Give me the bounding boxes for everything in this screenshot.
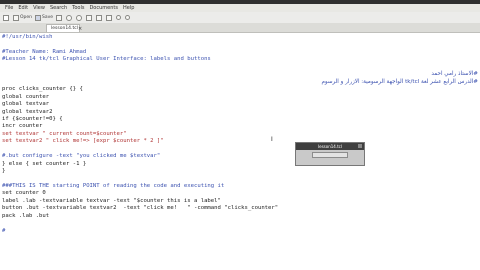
tk-window-title-bar: lesson14.tcl — [296, 143, 364, 150]
code-line: global textvar — [2, 101, 50, 108]
paste-button[interactable] — [106, 13, 113, 22]
tk-click-button[interactable] — [312, 152, 348, 158]
open-button[interactable]: Open — [13, 13, 32, 22]
tk-window-title: lesson14.tcl — [318, 144, 342, 149]
tk-app-window: lesson14.tcl — [295, 142, 365, 166]
code-line: ###THIS IS THE starting POINT of reading… — [2, 183, 225, 189]
print-icon — [56, 14, 63, 21]
copy-button[interactable] — [96, 13, 103, 22]
mouse-cursor-icon: I — [271, 136, 273, 143]
new-button[interactable] — [3, 13, 10, 22]
cut-button[interactable] — [86, 13, 93, 22]
code-line: global textvar2 — [2, 108, 53, 115]
open-folder-icon — [13, 14, 19, 21]
close-tab-icon[interactable]: × — [78, 26, 82, 32]
redo-icon — [76, 14, 83, 21]
code-line: button .but -textvariable textvar2 -text… — [2, 205, 279, 212]
code-line: set textvar " current count=$counter" — [2, 130, 127, 137]
tk-window-close-icon[interactable] — [358, 144, 362, 148]
undo-icon — [66, 14, 73, 21]
menu-bar: File Edit View Search Tools Documents He… — [0, 4, 480, 12]
open-label: Open — [20, 15, 33, 20]
menu-view[interactable]: View — [33, 5, 45, 11]
print-button[interactable] — [56, 13, 63, 22]
code-line: # — [2, 227, 6, 234]
search-icon — [116, 15, 122, 20]
code-line: global counter — [2, 93, 50, 100]
code-line: } — [2, 168, 6, 175]
tab-label: lesson14.tcl — [51, 26, 78, 31]
code-line: if {$counter!=0} { — [2, 115, 63, 122]
code-line: #Teacher Name: Rami Ahmad — [2, 48, 87, 55]
code-line: #Lesson 14 tk/tcl Graphical User Interfa… — [2, 56, 211, 63]
save-label: Save — [42, 15, 54, 20]
paste-icon — [106, 14, 113, 21]
code-line: label .lab -textvariable textvar -text "… — [2, 197, 221, 204]
redo-button[interactable] — [76, 13, 83, 22]
tab-bar: lesson14.tcl × — [0, 23, 480, 33]
code-line: pack .lab .but — [2, 212, 50, 219]
arabic-comment-teacher: #الاستاذ رامي احمد — [431, 71, 478, 78]
code-line: #.but configure -text "you clicked me $t… — [2, 153, 161, 160]
replace-icon — [125, 15, 131, 20]
save-button[interactable]: Save — [35, 13, 53, 22]
code-line: set textvar2 " click me!=> [expr $counte… — [2, 138, 164, 145]
menu-edit[interactable]: Edit — [18, 5, 28, 11]
code-line: set counter 0 — [2, 190, 46, 197]
menu-search[interactable]: Search — [50, 5, 67, 11]
replace-button[interactable] — [125, 13, 131, 22]
menu-documents[interactable]: Documents — [89, 5, 118, 11]
copy-icon — [96, 14, 103, 21]
menu-tools[interactable]: Tools — [72, 5, 84, 11]
code-line: #!/usr/bin/wish — [2, 34, 53, 40]
menu-file[interactable]: File — [5, 5, 13, 11]
code-line: proc clicks_counter {} { — [2, 86, 83, 93]
save-icon — [35, 14, 42, 21]
code-line: } else { set counter -1 } — [2, 160, 87, 167]
arabic-comment-lesson: #الدرس الرابع عشر لغة tk/tcl الواجهة الر… — [321, 78, 478, 85]
undo-button[interactable] — [66, 13, 73, 22]
search-button[interactable] — [116, 13, 122, 22]
cut-icon — [86, 14, 93, 21]
tab-lesson14[interactable]: lesson14.tcl × — [46, 24, 82, 32]
menu-help[interactable]: Help — [123, 5, 134, 11]
new-document-icon — [3, 14, 9, 21]
code-line: incr counter — [2, 123, 43, 130]
code-editor[interactable]: #!/usr/bin/wish #Teacher Name: Rami Ahmad… — [0, 33, 480, 270]
